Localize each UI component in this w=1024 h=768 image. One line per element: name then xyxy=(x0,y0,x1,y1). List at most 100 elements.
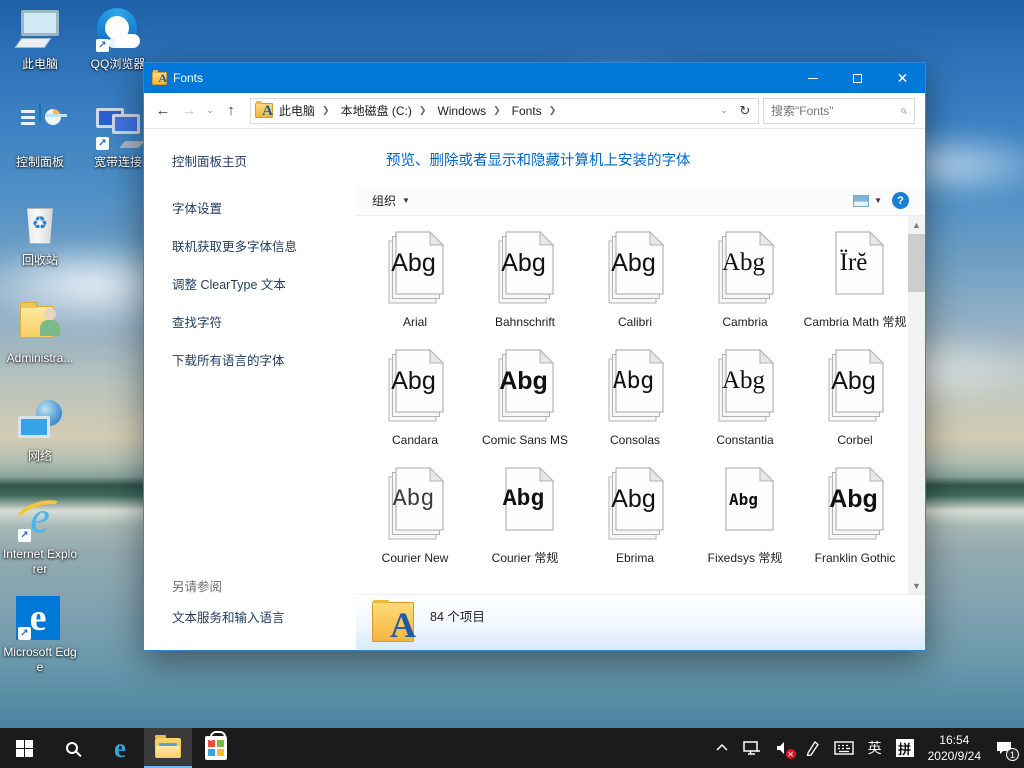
chevron-up-icon xyxy=(715,741,729,755)
breadcrumb[interactable]: A 此电脑 ❯ 本地磁盘 (C:) ❯ Windows ❯ Fonts ❯ ⌄ … xyxy=(250,98,759,124)
breadcrumb-item[interactable]: 本地磁盘 (C:) ❯ xyxy=(339,102,436,119)
help-button[interactable]: ? xyxy=(892,192,909,209)
desktop-icon[interactable]: ♻ 回收站 xyxy=(2,202,78,268)
address-dropdown-icon[interactable]: ⌄ xyxy=(716,98,732,124)
ime-pinyin-icon: 拼 xyxy=(896,739,914,757)
close-button[interactable]: ✕ xyxy=(880,63,925,93)
font-tile[interactable]: Abg Constantia xyxy=(690,348,800,448)
font-tile[interactable]: Abg Fixedsys 常规 xyxy=(690,466,800,566)
font-tile[interactable]: Abg Calibri xyxy=(580,230,690,330)
breadcrumb-item[interactable]: Windows ❯ xyxy=(435,104,509,118)
desktop-icon-label: Internet Explorer xyxy=(2,547,78,577)
taskbar-clock[interactable]: 16:54 2020/9/24 xyxy=(921,728,988,768)
touch-keyboard-tray-icon[interactable] xyxy=(827,728,861,768)
system-tray: ✕ 英 拼 16:54 2020/9/24 1 xyxy=(708,728,1024,768)
desktop-icon[interactable]: 此电脑 xyxy=(2,6,78,72)
file-explorer-icon xyxy=(155,738,181,758)
font-tile[interactable]: Abg Courier 常规 xyxy=(470,466,580,566)
change-view-button[interactable]: ▼ xyxy=(853,195,882,207)
sidebar-task-link[interactable]: 字体设置 xyxy=(172,198,356,217)
breadcrumb-separator-icon: ❯ xyxy=(315,105,337,116)
refresh-icon[interactable]: ↻ xyxy=(732,98,758,124)
desktop-icon-label: Administra... xyxy=(2,351,78,366)
scroll-down-icon[interactable]: ▼ xyxy=(908,577,925,594)
scroll-up-icon[interactable]: ▲ xyxy=(908,216,925,233)
font-tile[interactable]: Abg Comic Sans MS xyxy=(470,348,580,448)
font-preview-text: Abg xyxy=(390,468,437,530)
back-button[interactable]: ← xyxy=(150,98,176,124)
font-file-icon: Abg xyxy=(489,230,561,310)
taskbar-file-explorer-button[interactable] xyxy=(144,728,192,768)
ime-mode-button[interactable]: 拼 xyxy=(889,728,921,768)
breadcrumb-separator-icon: ❯ xyxy=(486,105,508,116)
font-tile[interactable]: Ïrĕ Cambria Math 常规 xyxy=(800,230,908,330)
search-input[interactable]: 搜索"Fonts" ⌕ xyxy=(763,98,915,124)
desktop-icon[interactable]: e↗ Internet Explorer xyxy=(2,496,78,577)
minimize-button[interactable] xyxy=(790,63,835,93)
font-preview-text: Ïrĕ xyxy=(830,232,877,294)
action-center-button[interactable]: 1 xyxy=(988,728,1020,768)
desktop-icon-image xyxy=(16,398,64,446)
desktop-icon-label: Microsoft Edge xyxy=(2,645,78,675)
font-file-icon: Abg xyxy=(709,466,781,546)
recent-locations-chevron-icon[interactable]: ⌄ xyxy=(202,98,218,124)
font-tile[interactable]: Abg Courier New xyxy=(360,466,470,566)
network-tray-icon[interactable] xyxy=(736,728,768,768)
font-file-icon: Abg xyxy=(379,466,451,546)
breadcrumb-item[interactable]: Fonts ❯ xyxy=(510,104,566,118)
font-tile[interactable]: Abg Bahnschrift xyxy=(470,230,580,330)
sidebar-task-link[interactable]: 下载所有语言的字体 xyxy=(172,350,356,369)
breadcrumb-item[interactable]: 此电脑 ❯ xyxy=(277,102,339,119)
font-tile[interactable]: Abg Franklin Gothic xyxy=(800,466,908,566)
font-tile[interactable]: Abg Ebrima xyxy=(580,466,690,566)
taskbar-edge-button[interactable]: e xyxy=(96,728,144,768)
windows-ink-tray-icon[interactable] xyxy=(798,728,827,768)
font-file-icon: Abg xyxy=(489,466,561,546)
font-list-area: Abg Arial Abg Bahnschrift xyxy=(356,216,908,594)
desktop-icon-label: 回收站 xyxy=(2,253,78,268)
sidebar-task-link[interactable]: 调整 ClearType 文本 xyxy=(172,274,356,293)
desktop-icon[interactable]: 控制面板 xyxy=(2,104,78,170)
minimize-icon xyxy=(808,78,818,79)
desktop-icon-image: ♻ xyxy=(16,202,64,250)
font-name: Fixedsys 常规 xyxy=(690,550,800,566)
edge-icon: e xyxy=(114,735,126,762)
taskbar-store-button[interactable] xyxy=(192,728,240,768)
vertical-scrollbar[interactable]: ▲ ▼ xyxy=(908,216,925,594)
title-bar[interactable]: A Fonts ✕ xyxy=(144,63,925,93)
font-name: Courier New xyxy=(360,550,470,566)
font-file-icon: Abg xyxy=(599,466,671,546)
breadcrumb-separator-icon: ❯ xyxy=(542,105,564,116)
font-name: Constantia xyxy=(690,432,800,448)
shortcut-arrow-icon: ↗ xyxy=(18,627,31,640)
up-button[interactable]: ↑ xyxy=(218,98,244,124)
sidebar-see-also-link[interactable]: 文本服务和输入语言 xyxy=(172,607,356,626)
desktop-icon[interactable]: Administra... xyxy=(2,300,78,366)
volume-tray-icon[interactable]: ✕ xyxy=(768,728,798,768)
fonts-folder-icon: A xyxy=(152,72,167,85)
font-file-icon: Abg xyxy=(489,348,561,428)
font-tile[interactable]: Abg Cambria xyxy=(690,230,800,330)
taskbar-search-button[interactable] xyxy=(48,728,96,768)
font-tile[interactable]: Abg Corbel xyxy=(800,348,908,448)
chevron-down-icon: ▼ xyxy=(402,196,410,205)
font-tile[interactable]: Abg Arial xyxy=(360,230,470,330)
sidebar-item-control-panel-home[interactable]: 控制面板主页 xyxy=(172,151,356,170)
sidebar-task-link[interactable]: 联机获取更多字体信息 xyxy=(172,236,356,255)
font-tile[interactable]: Abg Candara xyxy=(360,348,470,448)
language-indicator[interactable]: 英 xyxy=(861,728,889,768)
sidebar-task-link[interactable]: 查找字符 xyxy=(172,312,356,331)
start-button[interactable] xyxy=(0,728,48,768)
font-tile[interactable]: Abg Consolas xyxy=(580,348,690,448)
volume-muted-badge: ✕ xyxy=(786,749,796,759)
font-file-icon: Abg xyxy=(379,230,451,310)
forward-button[interactable]: → xyxy=(176,98,202,124)
show-hidden-icons-button[interactable] xyxy=(708,728,736,768)
maximize-button[interactable] xyxy=(835,63,880,93)
desktop-icon[interactable]: e↗ Microsoft Edge xyxy=(2,594,78,675)
organize-button[interactable]: 组织 ▼ xyxy=(372,192,410,209)
chevron-down-icon: ▼ xyxy=(874,196,882,205)
scrollbar-thumb[interactable] xyxy=(908,234,925,292)
see-also-heading: 另请参阅 xyxy=(172,576,356,595)
desktop-icon[interactable]: 网络 xyxy=(2,398,78,464)
